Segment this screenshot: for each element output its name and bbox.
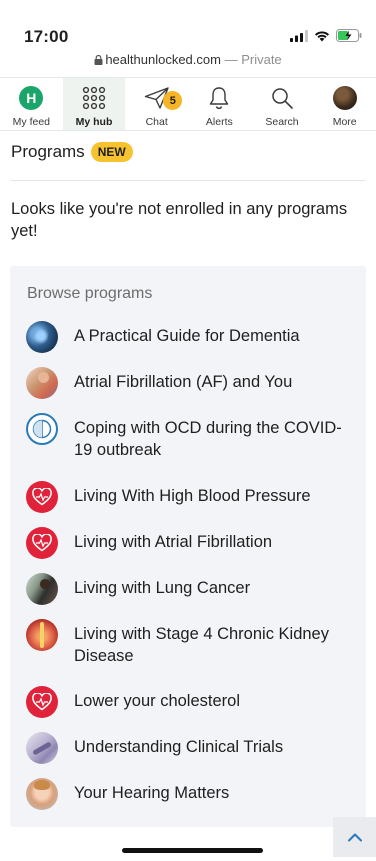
grid-icon	[82, 86, 106, 110]
af-thumbnail	[26, 367, 58, 399]
new-badge: NEW	[90, 142, 133, 162]
program-item-dementia[interactable]: A Practical Guide for Dementia	[26, 321, 356, 353]
program-label: Understanding Clinical Trials	[74, 738, 284, 756]
browse-programs-title: Browse programs	[27, 285, 153, 302]
programs-header: Programs NEW	[11, 142, 133, 162]
nav-label: More	[332, 116, 357, 128]
program-item-kidney-disease[interactable]: Living with Stage 4 Chronic Kidney Disea…	[26, 619, 356, 667]
browse-programs-panel: Browse programs A Practical Guide for De…	[10, 266, 366, 827]
clinical-trials-thumbnail	[26, 732, 58, 764]
program-item-ocd-covid[interactable]: Coping with OCD during the COVID-19 outb…	[26, 413, 356, 461]
divider	[11, 180, 365, 181]
url-separator: —	[220, 52, 242, 67]
program-item-clinical-trials[interactable]: Understanding Clinical Trials	[26, 732, 356, 764]
lock-icon	[94, 55, 103, 65]
lung-cancer-thumbnail	[26, 573, 58, 605]
program-label: A Practical Guide for Dementia	[74, 327, 300, 345]
program-item-living-af[interactable]: Living with Atrial Fibrillation	[26, 527, 356, 559]
program-item-cholesterol[interactable]: Lower your cholesterol	[26, 686, 356, 718]
chat-unread-badge: 5	[163, 91, 183, 110]
nav-label: My hub	[75, 116, 113, 128]
nav-label: My feed	[12, 116, 51, 128]
status-bar: 17:00	[0, 0, 376, 50]
nav-more[interactable]: More	[313, 78, 376, 130]
private-label: Private	[241, 52, 282, 67]
program-item-af-and-you[interactable]: Atrial Fibrillation (AF) and You	[26, 367, 356, 399]
program-label: Living with Atrial Fibrillation	[74, 533, 273, 551]
nav-alerts[interactable]: Alerts	[188, 78, 251, 130]
program-item-high-blood-pressure[interactable]: Living With High Blood Pressure	[26, 481, 356, 513]
url-bar[interactable]: healthunlocked.com — Private	[0, 52, 376, 67]
profile-avatar-icon	[332, 86, 357, 110]
program-label: Living with Stage 4 Chronic Kidney Disea…	[74, 625, 329, 665]
ocd-thumbnail	[26, 413, 58, 445]
status-icons	[290, 29, 362, 42]
wifi-icon	[315, 30, 329, 41]
program-label: Living with Lung Cancer	[74, 579, 251, 597]
chevron-up-icon	[347, 833, 362, 842]
empty-enrolled-message: Looks like you're not enrolled in any pr…	[11, 200, 348, 240]
program-label: Lower your cholesterol	[74, 692, 240, 710]
ocd-circle-icon	[32, 419, 52, 439]
nav-search[interactable]: Search	[251, 78, 314, 130]
heart-icon	[26, 527, 58, 559]
dementia-thumbnail	[26, 321, 58, 353]
nav-label: Alerts	[205, 116, 233, 128]
bell-icon	[210, 87, 229, 110]
program-item-lung-cancer[interactable]: Living with Lung Cancer	[26, 573, 356, 605]
nav-label: Search	[265, 116, 299, 128]
program-item-hearing[interactable]: Your Hearing Matters	[26, 778, 356, 810]
program-label: Your Hearing Matters	[74, 784, 230, 802]
nav-label: Chat	[145, 116, 168, 128]
scroll-to-top-button[interactable]	[333, 817, 376, 857]
search-icon	[272, 88, 293, 109]
hearing-thumbnail	[26, 778, 58, 810]
program-label: Living With High Blood Pressure	[74, 487, 311, 505]
kidney-thumbnail	[26, 619, 58, 651]
url-domain: healthunlocked.com	[105, 52, 221, 67]
home-indicator[interactable]	[122, 848, 263, 853]
program-label: Atrial Fibrillation (AF) and You	[74, 373, 293, 391]
status-time: 17:00	[24, 27, 69, 46]
heart-icon	[26, 481, 58, 513]
avatar-icon: H	[19, 86, 44, 110]
nav-my-hub[interactable]: My hub	[62, 78, 126, 130]
program-label: Coping with OCD during the COVID-19 outb…	[74, 419, 342, 459]
page-title: Programs	[11, 142, 85, 161]
top-navigation: H My feed My hub 5 Chat Alerts Search Mo…	[0, 77, 376, 131]
heart-icon	[26, 686, 58, 718]
battery-charging-icon	[336, 29, 362, 42]
signal-icon	[290, 29, 308, 42]
nav-chat[interactable]: 5 Chat	[125, 78, 188, 130]
nav-my-feed[interactable]: H My feed	[0, 78, 63, 130]
